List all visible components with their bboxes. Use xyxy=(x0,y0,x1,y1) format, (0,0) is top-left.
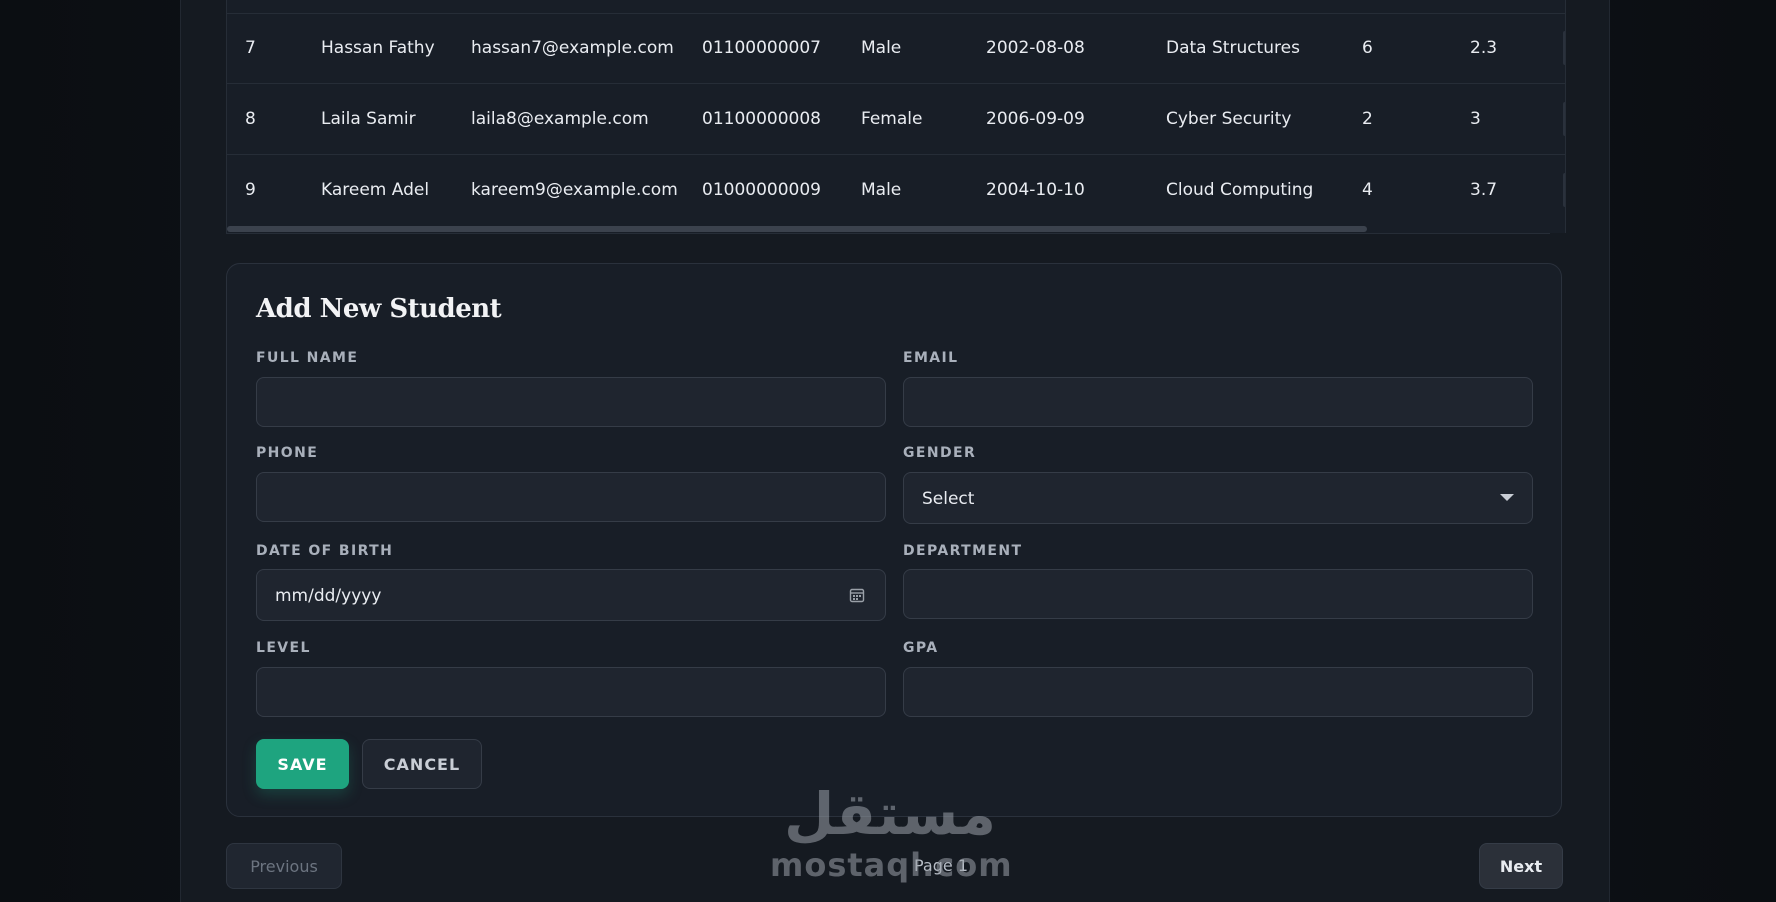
cell-email: hassan7@example.com xyxy=(471,38,674,58)
previous-page-button[interactable]: Previous xyxy=(226,843,342,889)
cell-level: 4 xyxy=(1362,180,1373,200)
cell-gpa: 3 xyxy=(1470,109,1481,129)
level-field[interactable] xyxy=(256,667,886,717)
date-placeholder: mm/dd/yyyy xyxy=(275,586,382,606)
cell-dob: 2004-10-10 xyxy=(986,180,1085,200)
gpa-field[interactable] xyxy=(903,667,1533,717)
cell-name: Kareem Adel xyxy=(321,180,430,200)
students-table: 7 Hassan Fathy hassan7@example.com 01100… xyxy=(226,0,1566,233)
cell-id: 7 xyxy=(245,38,256,58)
cell-name: Laila Samir xyxy=(321,109,416,129)
email-label: EMAIL xyxy=(903,350,959,366)
cell-id: 9 xyxy=(245,180,256,200)
row-action-button-clipped[interactable] xyxy=(1563,31,1565,65)
cell-phone: 01000000009 xyxy=(702,180,821,200)
cell-level: 2 xyxy=(1362,109,1373,129)
phone-field[interactable] xyxy=(256,472,886,522)
cell-email: kareem9@example.com xyxy=(471,180,678,200)
cell-gender: Male xyxy=(861,180,902,200)
row-action-button-clipped[interactable] xyxy=(1563,173,1565,207)
email-field[interactable] xyxy=(903,377,1533,427)
table-row: 7 Hassan Fathy hassan7@example.com 01100… xyxy=(227,13,1565,84)
cell-department: Cloud Computing xyxy=(1166,180,1314,200)
chevron-down-icon xyxy=(1500,494,1514,501)
cell-dob: 2006-09-09 xyxy=(986,109,1085,129)
cell-phone: 01100000007 xyxy=(702,38,821,58)
cell-department: Data Structures xyxy=(1166,38,1300,58)
table-row: 9 Kareem Adel kareem9@example.com 010000… xyxy=(227,155,1565,226)
table-row-partial xyxy=(227,0,1565,14)
cell-email: laila8@example.com xyxy=(471,109,649,129)
date-of-birth-label: DATE OF BIRTH xyxy=(256,543,394,559)
department-field[interactable] xyxy=(903,569,1533,619)
save-button[interactable]: SAVE xyxy=(256,739,349,789)
form-title: Add New Student xyxy=(256,294,502,324)
gender-selected-value: Select xyxy=(922,489,975,509)
gender-label: GENDER xyxy=(903,445,977,461)
date-of-birth-field[interactable]: mm/dd/yyyy xyxy=(256,569,886,621)
cell-phone: 01100000008 xyxy=(702,109,821,129)
cell-level: 6 xyxy=(1362,38,1373,58)
cell-gender: Female xyxy=(861,109,923,129)
cell-id: 8 xyxy=(245,109,256,129)
next-page-button[interactable]: Next xyxy=(1479,843,1563,889)
department-label: DEPARTMENT xyxy=(903,543,1023,559)
main-panel: 7 Hassan Fathy hassan7@example.com 01100… xyxy=(180,0,1610,902)
gender-select[interactable]: Select xyxy=(903,472,1533,524)
phone-label: PHONE xyxy=(256,445,319,461)
divider xyxy=(226,233,1550,234)
horizontal-scrollbar-thumb[interactable] xyxy=(227,226,1367,232)
full-name-field[interactable] xyxy=(256,377,886,427)
page-indicator: Page 1 xyxy=(914,856,968,875)
table-row: 8 Laila Samir laila8@example.com 0110000… xyxy=(227,84,1565,155)
calendar-icon[interactable] xyxy=(849,587,865,603)
level-label: LEVEL xyxy=(256,640,311,656)
gpa-label: GPA xyxy=(903,640,939,656)
add-student-form: Add New Student FULL NAME EMAIL PHONE GE… xyxy=(226,263,1562,817)
cell-gender: Male xyxy=(861,38,902,58)
cell-dob: 2002-08-08 xyxy=(986,38,1085,58)
cell-name: Hassan Fathy xyxy=(321,38,435,58)
full-name-label: FULL NAME xyxy=(256,350,359,366)
cell-gpa: 2.3 xyxy=(1470,38,1498,58)
cell-department: Cyber Security xyxy=(1166,109,1292,129)
cell-gpa: 3.7 xyxy=(1470,180,1498,200)
cancel-button[interactable]: CANCEL xyxy=(362,739,482,789)
row-action-button-clipped[interactable] xyxy=(1563,102,1565,136)
